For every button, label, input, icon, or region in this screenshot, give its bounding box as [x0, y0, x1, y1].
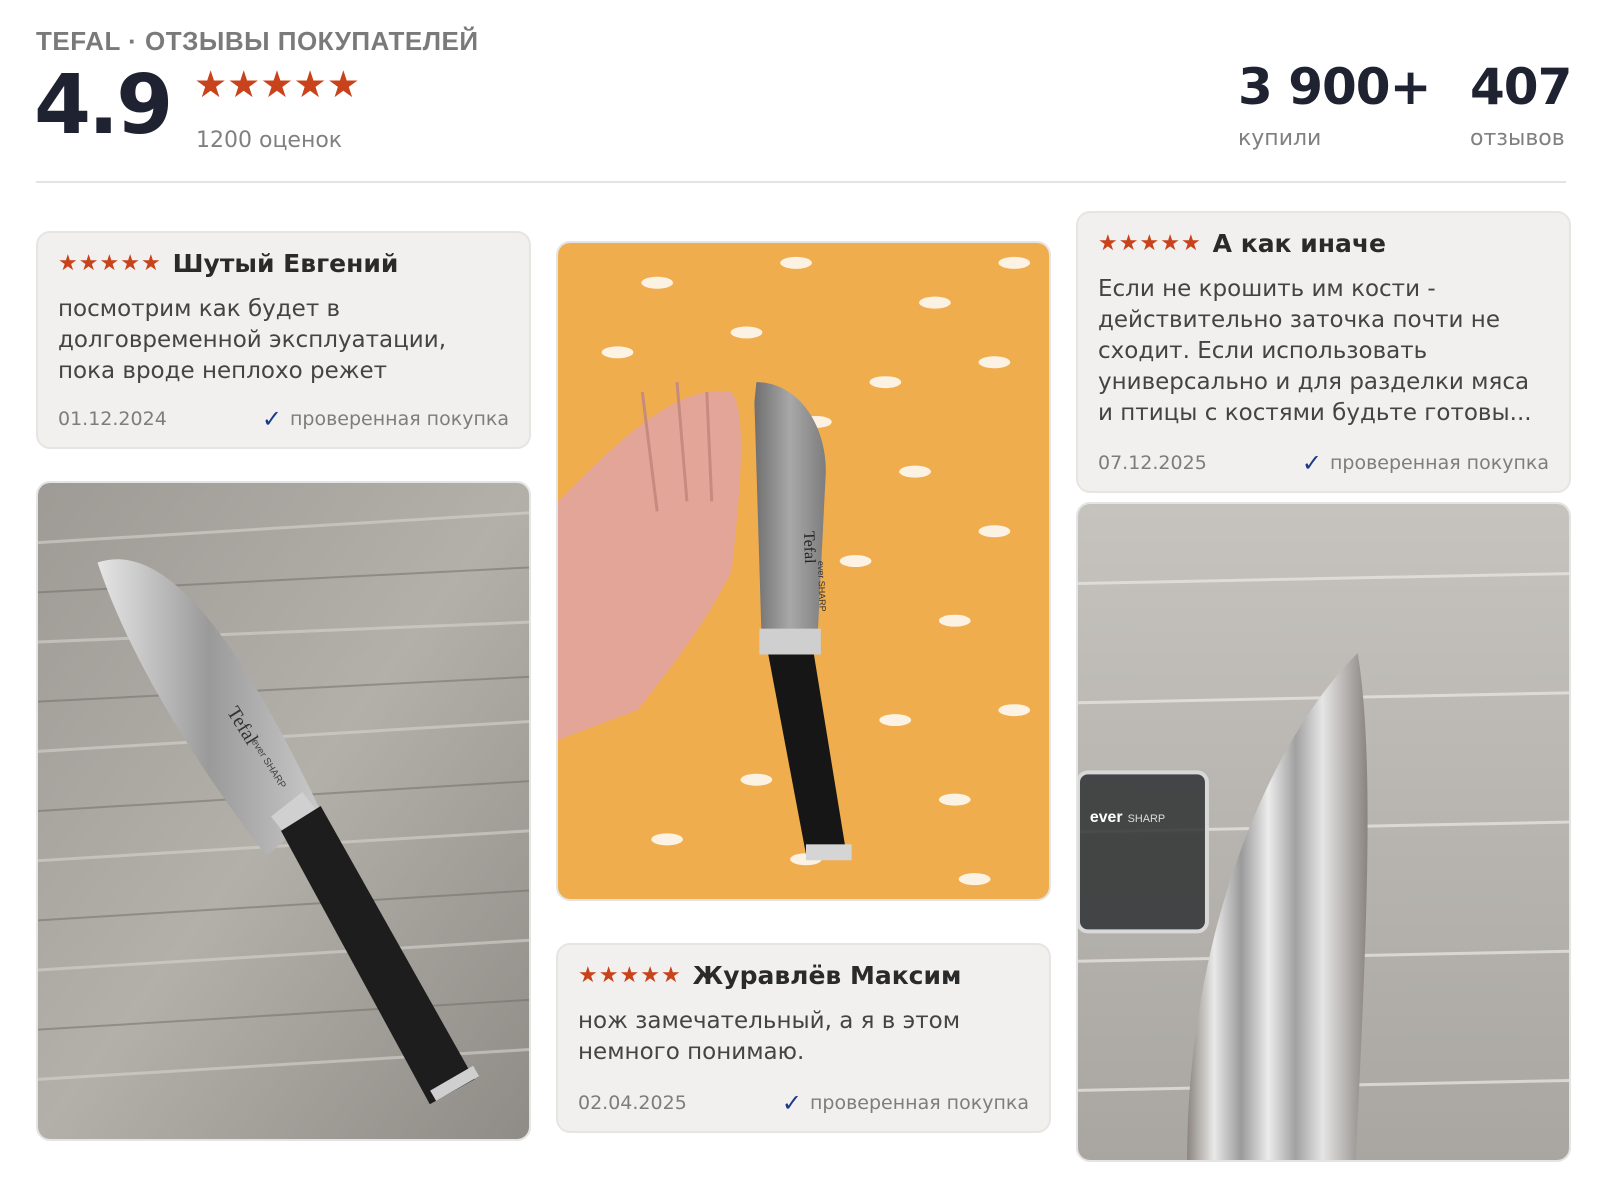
star-icon: ★	[293, 63, 327, 106]
star-icon: ★	[260, 63, 294, 106]
star-icon: ★	[58, 250, 78, 276]
star-icon: ★	[1139, 230, 1160, 256]
star-icon: ★	[1180, 230, 1201, 256]
review-card[interactable]: ★ ★ ★ ★ ★ Шутый Евгений посмотрим как будет …	[36, 231, 531, 449]
star-icon: ★	[326, 63, 360, 106]
verified-label: проверенная покупка	[289, 408, 509, 430]
sharpener-sub-text: SHARP	[1128, 813, 1166, 825]
review-date: 02.04.2025	[578, 1092, 687, 1114]
star-icon: ★	[1118, 230, 1139, 256]
verified-badge: ✓ проверенная покупка	[1302, 451, 1549, 475]
review-stars: ★ ★ ★ ★ ★	[1098, 230, 1201, 256]
review-author: Шутый Евгений	[172, 249, 399, 278]
review-photo[interactable]: Tefal ever SHARP	[556, 241, 1051, 901]
review-photo[interactable]: ever SHARP	[1076, 502, 1571, 1162]
knife-sub-text: ever SHARP	[816, 561, 828, 612]
star-icon: ★	[140, 250, 161, 276]
star-icon: ★	[598, 962, 619, 988]
stat-reviews: 407 отзывов	[1470, 58, 1572, 151]
review-card[interactable]: ★ ★ ★ ★ ★ А как иначе Если не крошить им кос…	[1076, 211, 1571, 493]
review-photo[interactable]: Tefal ever SHARP	[36, 481, 531, 1141]
header-divider	[36, 181, 1566, 183]
review-stars: ★ ★ ★ ★ ★	[578, 962, 681, 988]
average-rating: 4.9	[34, 58, 173, 153]
verified-label: проверенная покупка	[809, 1092, 1029, 1114]
rating-stars: ★ ★ ★ ★ ★	[194, 66, 360, 103]
star-icon: ★	[660, 962, 681, 988]
check-icon: ✓	[1301, 449, 1322, 477]
verified-badge: ✓ проверенная покупка	[782, 1091, 1029, 1115]
ratings-count: 1200 оценок	[196, 128, 343, 153]
star-icon: ★	[99, 250, 120, 276]
bought-value: 3 900+	[1238, 58, 1431, 116]
reviews-label: отзывов	[1470, 126, 1565, 151]
star-icon: ★	[227, 63, 261, 106]
review-author: Журавлёв Максим	[692, 961, 962, 990]
bought-label: купили	[1238, 126, 1322, 151]
review-date: 01.12.2024	[58, 408, 167, 430]
sharpener-logo-text: ever	[1090, 809, 1123, 826]
knife-on-wood-image: Tefal ever SHARP	[38, 483, 529, 1139]
review-stars: ★ ★ ★ ★ ★	[58, 250, 161, 276]
review-date: 07.12.2025	[1098, 452, 1207, 474]
brand-title: TEFAL · ОТЗЫВЫ ПОКУПАТЕЛЕЙ	[36, 26, 479, 56]
check-icon: ✓	[261, 405, 282, 433]
check-icon: ✓	[781, 1089, 802, 1117]
review-text: посмотрим как будет в долговременной экс…	[58, 296, 447, 384]
star-icon: ★	[120, 250, 140, 276]
verified-label: проверенная покупка	[1329, 452, 1549, 474]
star-icon: ★	[640, 962, 660, 988]
blade-closeup-image: ever SHARP	[1078, 504, 1569, 1160]
knife-with-hand-image: Tefal ever SHARP	[558, 243, 1049, 899]
star-icon: ★	[1160, 230, 1180, 256]
star-icon: ★	[78, 250, 99, 276]
star-icon: ★	[194, 63, 228, 106]
review-author: А как иначе	[1212, 229, 1387, 258]
review-text: нож замечательный, а я в этом немного по…	[578, 1008, 961, 1065]
stat-bought: 3 900+ купили	[1238, 58, 1431, 151]
verified-badge: ✓ проверенная покупка	[262, 407, 509, 431]
knife-logo-text: Tefal	[800, 531, 818, 565]
star-icon: ★	[578, 962, 598, 988]
reviews-value: 407	[1470, 58, 1572, 116]
review-text: Если не крошить им кости - действительно…	[1098, 276, 1532, 426]
star-icon: ★	[1098, 230, 1118, 256]
review-card[interactable]: ★ ★ ★ ★ ★ Журавлёв Максим нож замечательный,…	[556, 943, 1051, 1133]
star-icon: ★	[619, 962, 640, 988]
